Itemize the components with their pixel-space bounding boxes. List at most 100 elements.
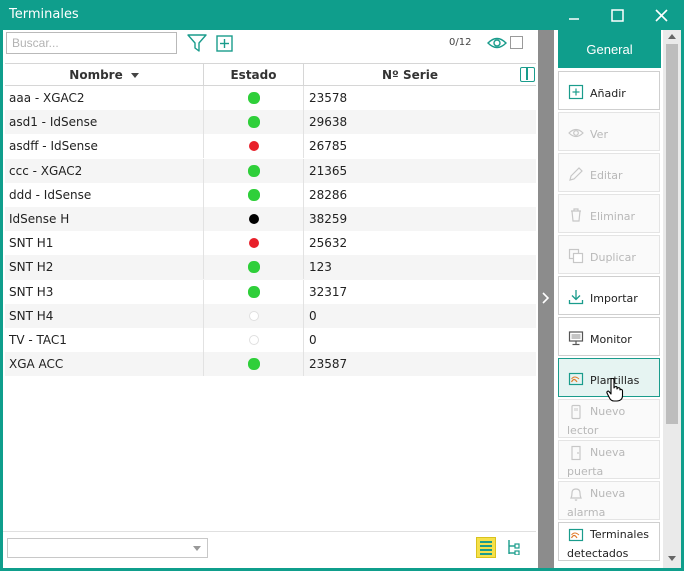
status-dot-icon bbox=[248, 189, 259, 200]
status-dot-icon bbox=[248, 213, 259, 224]
table-row[interactable]: SNT H2 123 bbox=[5, 255, 536, 280]
cell-estado bbox=[204, 352, 304, 377]
panel-splitter[interactable] bbox=[538, 30, 554, 568]
column-header-serie[interactable]: Nº Serie bbox=[304, 64, 516, 86]
cell-serie: 28286 bbox=[309, 187, 348, 202]
table-row[interactable]: ccc - XGAC2 21365 bbox=[5, 158, 536, 183]
action-monitor-button[interactable]: Monitor bbox=[558, 317, 660, 356]
action-nuevo-lector-button[interactable]: Nuevo lector bbox=[558, 399, 660, 438]
copy-icon bbox=[568, 248, 584, 264]
action-label: Importar bbox=[590, 292, 638, 305]
cell-serie: 38259 bbox=[309, 211, 348, 226]
action-anadir-button[interactable]: Añadir bbox=[558, 71, 660, 110]
cell-nombre: asdff - IdSense bbox=[5, 134, 204, 159]
visibility-toggle[interactable] bbox=[487, 35, 507, 51]
actions-scrollbar[interactable] bbox=[663, 30, 681, 568]
table-row[interactable]: SNT H3 32317 bbox=[5, 279, 536, 304]
plus-square-icon bbox=[215, 34, 233, 52]
cell-serie: 32317 bbox=[309, 284, 348, 299]
action-importar-button[interactable]: Importar bbox=[558, 276, 660, 315]
eye-icon bbox=[568, 128, 584, 138]
bottom-bar bbox=[3, 531, 536, 568]
status-dot-icon bbox=[248, 286, 259, 297]
cell-nombre: ccc - XGAC2 bbox=[5, 158, 204, 183]
cell-nombre: ddd - IdSense bbox=[5, 182, 204, 207]
column-label: Estado bbox=[230, 68, 277, 82]
action-ver-button[interactable]: Ver bbox=[558, 112, 660, 151]
hand-cursor-icon bbox=[606, 378, 624, 402]
cell-nombre: SNT H4 bbox=[5, 303, 204, 328]
status-dot-icon bbox=[248, 310, 259, 321]
table-row[interactable]: IdSense H 38259 bbox=[5, 206, 536, 232]
minimize-button[interactable] bbox=[552, 0, 596, 30]
cell-nombre: TV - TAC1 bbox=[5, 327, 204, 352]
cell-estado bbox=[204, 231, 304, 256]
column-header-estado[interactable]: Estado bbox=[204, 64, 304, 86]
cell-estado bbox=[204, 182, 304, 207]
cell-serie: 0 bbox=[309, 332, 317, 347]
action-editar-button[interactable]: Editar bbox=[558, 153, 660, 192]
tree-icon bbox=[508, 540, 520, 555]
action-label: Nueva alarma bbox=[567, 487, 626, 519]
window-content: 0/12 Nombre Estado Nº Serie aaa - XGAC2 2… bbox=[3, 30, 681, 568]
action-eliminar-button[interactable]: Eliminar bbox=[558, 194, 660, 233]
cell-serie: 123 bbox=[309, 260, 332, 275]
cell-estado bbox=[204, 158, 304, 183]
search-input[interactable] bbox=[6, 32, 177, 54]
action-nueva-alarma-button[interactable]: Nueva alarma bbox=[558, 481, 660, 520]
download-icon bbox=[568, 290, 584, 305]
action-nueva-puerta-button[interactable]: Nueva puerta bbox=[558, 440, 660, 479]
pencil-icon bbox=[569, 167, 583, 181]
table-row[interactable]: SNT H1 25632 bbox=[5, 231, 536, 256]
group-select[interactable] bbox=[7, 538, 208, 558]
monitor-icon bbox=[568, 331, 584, 346]
template-icon bbox=[568, 372, 584, 386]
table-row[interactable]: aaa - XGAC2 23578 bbox=[5, 86, 536, 110]
minimize-icon bbox=[569, 18, 579, 20]
table-row[interactable]: ddd - IdSense 28286 bbox=[5, 182, 536, 207]
column-chooser-icon[interactable] bbox=[520, 67, 535, 82]
cell-estado bbox=[204, 255, 304, 280]
selection-counter: 0/12 bbox=[449, 37, 472, 48]
cell-estado bbox=[204, 86, 304, 110]
window-title: Terminales bbox=[9, 7, 79, 22]
action-duplicar-button[interactable]: Duplicar bbox=[558, 235, 660, 274]
eye-icon bbox=[487, 37, 507, 49]
action-terminales-detectados-button[interactable]: Terminales detectados bbox=[558, 522, 660, 561]
table-row[interactable]: XGA ACC 23587 bbox=[5, 352, 536, 377]
cell-nombre: XGA ACC bbox=[5, 352, 204, 377]
table-row[interactable]: SNT H4 0 bbox=[5, 303, 536, 328]
status-dot-icon bbox=[248, 334, 259, 345]
table-row[interactable]: asd1 - IdSense 29638 bbox=[5, 110, 536, 135]
status-dot-icon bbox=[248, 262, 259, 273]
cell-serie: 23578 bbox=[309, 91, 348, 105]
list-view-button[interactable] bbox=[476, 537, 496, 558]
tab-general[interactable]: General bbox=[558, 30, 661, 68]
action-label: Nuevo lector bbox=[567, 405, 626, 437]
tree-view-button[interactable] bbox=[504, 537, 522, 557]
trash-icon bbox=[571, 208, 581, 222]
scroll-down-icon[interactable] bbox=[668, 556, 676, 561]
cell-serie: 23587 bbox=[309, 357, 348, 372]
status-dot-icon bbox=[248, 117, 259, 128]
column-header-nombre[interactable]: Nombre bbox=[5, 64, 204, 86]
scroll-thumb[interactable] bbox=[666, 44, 678, 424]
sort-desc-icon bbox=[130, 72, 139, 78]
close-icon bbox=[654, 8, 668, 22]
table-row[interactable]: TV - TAC1 0 bbox=[5, 327, 536, 352]
add-terminal-button[interactable] bbox=[214, 33, 234, 53]
maximize-button[interactable] bbox=[595, 0, 639, 30]
table-row[interactable]: asdff - IdSense 26785 bbox=[5, 134, 536, 159]
cell-nombre: asd1 - IdSense bbox=[5, 110, 204, 135]
cell-estado bbox=[204, 303, 304, 328]
action-label: Editar bbox=[590, 169, 623, 182]
scroll-up-icon[interactable] bbox=[668, 34, 676, 39]
cell-nombre: SNT H1 bbox=[5, 231, 204, 256]
cell-estado bbox=[204, 134, 304, 159]
close-button[interactable] bbox=[639, 0, 683, 30]
filter-button[interactable] bbox=[187, 33, 207, 53]
status-dot-icon bbox=[248, 141, 259, 152]
status-dot-icon bbox=[248, 93, 259, 103]
filter-icon bbox=[187, 34, 207, 52]
select-all-checkbox[interactable] bbox=[510, 36, 523, 49]
